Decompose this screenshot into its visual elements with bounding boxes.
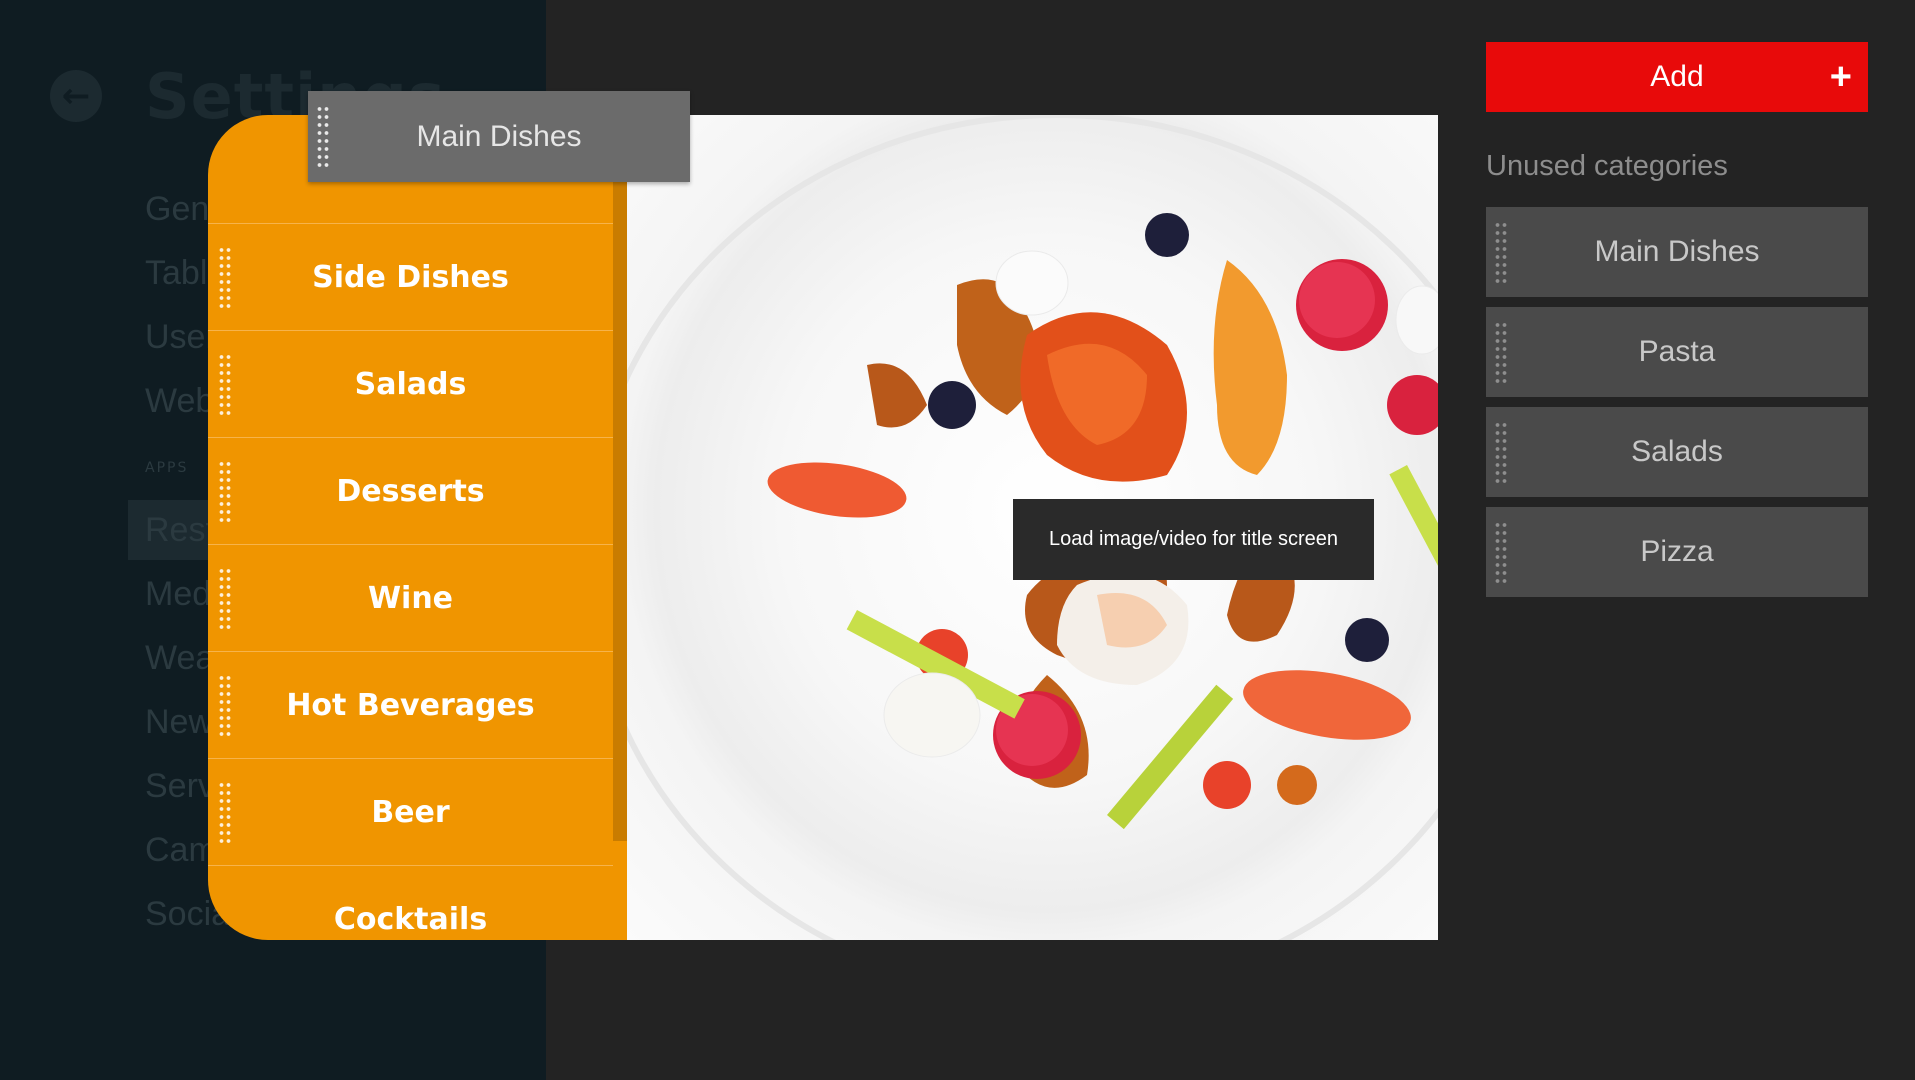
category-label: Beer: [371, 794, 450, 830]
unused-category-label: Pasta: [1638, 335, 1716, 368]
load-image-video-button[interactable]: Load image/video for title screen: [1013, 499, 1374, 580]
unused-category-label: Main Dishes: [1594, 235, 1760, 268]
category-item[interactable]: Wine: [208, 544, 613, 651]
dragged-category-item[interactable]: Main Dishes: [308, 91, 690, 182]
drag-handle-icon[interactable]: [218, 460, 232, 522]
settings-section-label: APPS: [145, 460, 189, 476]
drag-handle-icon[interactable]: [1494, 321, 1508, 383]
category-label: Desserts: [336, 473, 485, 509]
drag-handle-icon[interactable]: [1494, 221, 1508, 283]
unused-category-item[interactable]: Pizza: [1486, 507, 1868, 597]
add-button[interactable]: Add +: [1486, 42, 1868, 112]
category-label: Salads: [354, 366, 467, 402]
category-item[interactable]: Cocktails: [208, 865, 613, 940]
unused-category-label: Salads: [1631, 435, 1723, 468]
drag-handle-icon[interactable]: [218, 567, 232, 629]
unused-category-item[interactable]: Salads: [1486, 407, 1868, 497]
drag-handle-icon[interactable]: [218, 781, 232, 843]
plus-icon: +: [1829, 56, 1852, 98]
unused-category-item[interactable]: Main Dishes: [1486, 207, 1868, 297]
unused-category-item[interactable]: Pasta: [1486, 307, 1868, 397]
dragged-category-label: Main Dishes: [416, 119, 582, 153]
category-label: Side Dishes: [312, 259, 509, 295]
unused-categories-heading: Unused categories: [1486, 150, 1728, 182]
category-label: Hot Beverages: [286, 687, 535, 723]
category-item[interactable]: Desserts: [208, 437, 613, 544]
category-item[interactable]: Beer: [208, 758, 613, 865]
category-item[interactable]: Side Dishes: [208, 223, 613, 330]
add-button-label: Add: [1650, 60, 1704, 93]
drag-handle-icon[interactable]: [218, 246, 232, 308]
category-scrollbar[interactable]: [613, 181, 627, 841]
category-item[interactable]: Salads: [208, 330, 613, 437]
drag-handle-icon[interactable]: [218, 353, 232, 415]
drag-handle-icon[interactable]: [316, 105, 330, 167]
back-arrow-icon[interactable]: ←: [50, 70, 102, 122]
category-label: Wine: [367, 580, 454, 616]
drag-handle-icon[interactable]: [218, 674, 232, 736]
unused-category-label: Pizza: [1640, 535, 1714, 568]
category-item[interactable]: Hot Beverages: [208, 651, 613, 758]
category-label: Cocktails: [333, 901, 488, 937]
category-list: Side Dishes Salads Desserts Wine Hot Bev…: [208, 115, 627, 940]
drag-handle-icon[interactable]: [1494, 421, 1508, 483]
drag-handle-icon[interactable]: [1494, 521, 1508, 583]
